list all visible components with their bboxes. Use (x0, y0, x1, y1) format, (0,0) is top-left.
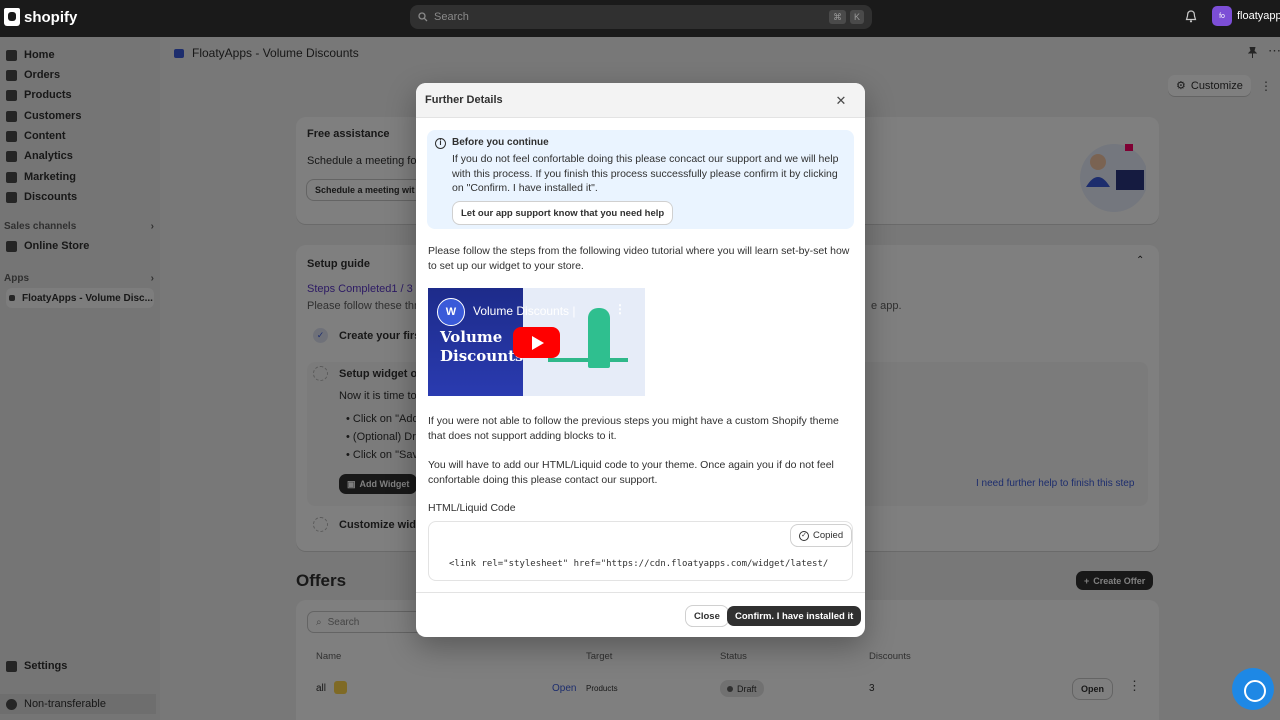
overlay-line: Discounts (440, 347, 524, 365)
close-icon[interactable]: ✕ (834, 94, 848, 108)
banner-title: Before you continue (452, 137, 549, 148)
modal-footer: Close Confirm. I have installed it (416, 592, 865, 637)
video-instructions: Please follow the steps from the followi… (428, 245, 850, 272)
close-button[interactable]: Close (686, 606, 728, 626)
video-more-icon[interactable]: ⋮ (614, 302, 626, 316)
k-key: K (849, 10, 864, 24)
code-snippet-box[interactable]: <link rel="stylesheet" href="https://cdn… (428, 521, 853, 581)
overlay-line: Volume (440, 328, 503, 346)
cmd-key: ⌘ (828, 10, 846, 24)
code-label: HTML/Liquid Code (428, 502, 516, 514)
copy-button[interactable]: ✓ Copied (791, 525, 852, 546)
copy-label: Copied (813, 530, 844, 541)
video-title: Volume Discounts | (473, 304, 576, 318)
channel-logo-icon: W (437, 298, 465, 326)
info-icon: i (435, 138, 446, 149)
play-icon[interactable] (513, 327, 560, 358)
check-circle-icon: ✓ (799, 530, 809, 541)
search-shortcut: ⌘ K (828, 10, 864, 24)
further-details-modal: Further Details ✕ i Before you continue … (416, 83, 865, 637)
shopify-bag-icon (4, 8, 20, 26)
shopify-logo[interactable]: shopify (4, 8, 77, 26)
search-placeholder: Search (434, 11, 469, 23)
store-name: floatyapps (1237, 10, 1280, 22)
store-menu[interactable]: fo floatyapps (1212, 6, 1280, 26)
modal-title: Further Details (425, 94, 503, 106)
top-bar: shopify Search ⌘ K fo floatyapps (0, 0, 1280, 37)
video-person-graphic (588, 308, 610, 368)
search-icon (418, 12, 428, 22)
info-banner: i Before you continue If you do not feel… (427, 130, 854, 229)
video-tutorial-embed[interactable]: W Volume Discounts | ⋮ Volume Discounts (428, 288, 645, 396)
confirm-installed-button[interactable]: Confirm. I have installed it (727, 606, 862, 626)
contact-support-button[interactable]: Let our app support know that you need h… (453, 202, 673, 224)
custom-theme-note: If you were not able to follow the previ… (428, 415, 839, 442)
code-snippet[interactable]: <link rel="stylesheet" href="https://cdn… (449, 559, 828, 569)
chat-icon[interactable] (1232, 668, 1274, 710)
video-overlay-text: Volume Discounts (440, 328, 523, 366)
banner-text: If you do not feel confortable doing thi… (452, 153, 839, 194)
brand-name: shopify (24, 8, 78, 26)
store-avatar: fo (1212, 6, 1232, 26)
global-search[interactable]: Search ⌘ K (410, 5, 872, 29)
modal-header: Further Details ✕ (416, 83, 865, 118)
bell-icon[interactable] (1185, 10, 1197, 23)
code-instructions: You will have to add our HTML/Liquid cod… (428, 459, 834, 486)
